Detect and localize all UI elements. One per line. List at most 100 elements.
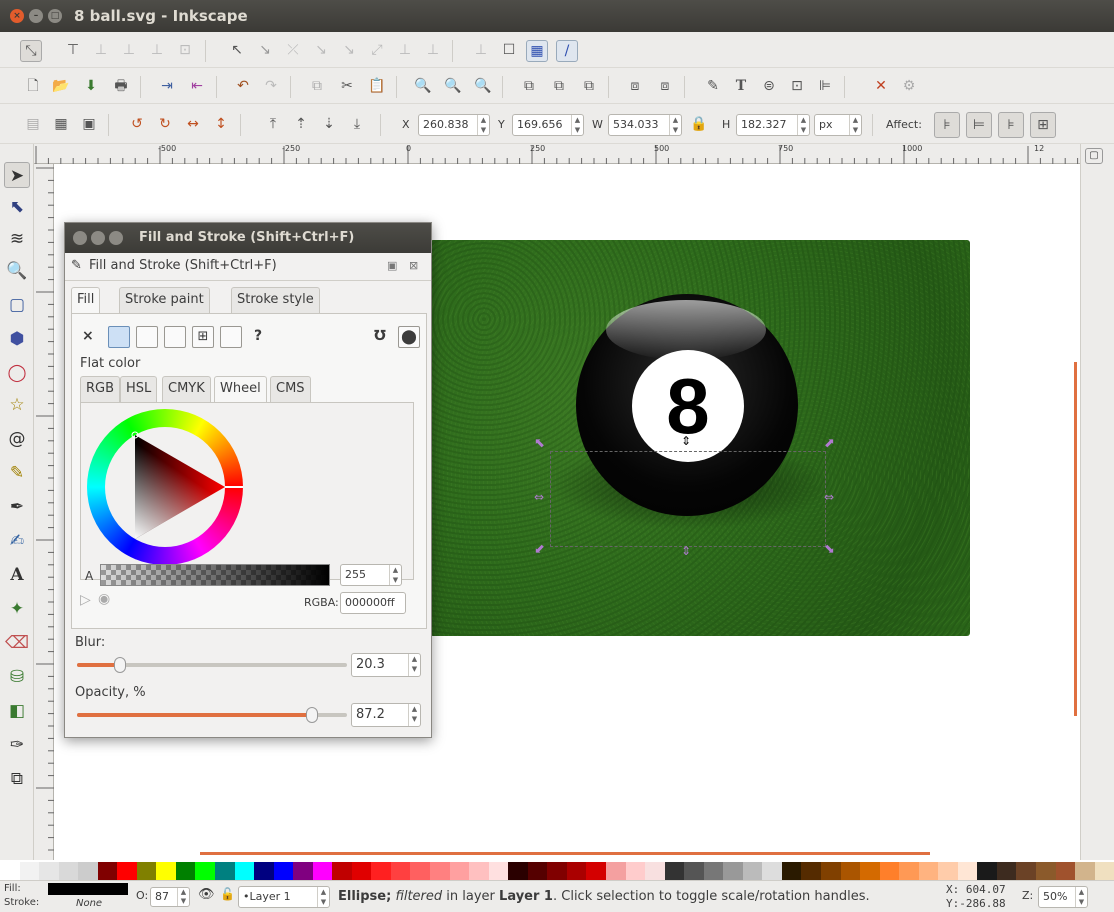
palette-swatch[interactable] [645,862,665,880]
close-window-button[interactable]: × [10,9,24,23]
alpha-field[interactable]: 255 ▲ ▼ [340,564,402,586]
snap-page-icon[interactable]: ☐ [498,40,520,60]
text-font-dialog-icon[interactable]: T [730,76,752,96]
palette-swatch[interactable] [1055,862,1076,880]
palette-swatch[interactable] [332,862,352,880]
palette-swatch[interactable] [703,862,724,880]
clone-icon[interactable]: ⧉ [548,76,570,96]
scale-handle-sw-icon[interactable]: ⬋ [534,542,545,557]
blur-field[interactable]: 20.3 ▲ ▼ [351,653,421,677]
rgba-field[interactable]: 000000ff [340,592,406,614]
palette-swatch[interactable] [781,862,802,880]
palette-swatch[interactable] [977,862,997,880]
scale-handle-se-icon[interactable]: ⬊ [824,542,835,557]
palette-swatch[interactable] [273,862,294,880]
snap-midpoint-icon[interactable]: ⊥ [146,40,168,60]
h-field[interactable]: 182.327 ▲ ▼ [736,114,810,136]
horizontal-ruler[interactable]: -500 -250 0 250 500 750 1000 12 [34,144,1080,164]
palette-swatch[interactable] [215,862,235,880]
flat-color-button[interactable] [108,326,130,348]
palette-swatch[interactable] [801,862,821,880]
redo-icon[interactable]: ↷ [260,76,282,96]
tab-stroke-style[interactable]: Stroke style [231,287,320,313]
palette-swatch[interactable] [996,862,1017,880]
duplicate-icon[interactable]: ⧉ [518,76,540,96]
snap-edge-icon[interactable]: ⊥ [90,40,112,60]
palette-swatch[interactable] [762,862,782,880]
flip-vertical-icon[interactable]: ↕ [210,114,232,134]
palette-swatch[interactable] [97,862,118,880]
palette-swatch[interactable] [1035,862,1056,880]
layer-visibility-icon[interactable]: 👁 [198,887,215,902]
fill-color-swatch[interactable] [48,883,128,895]
radial-gradient-button[interactable] [164,326,186,348]
palette-swatch[interactable] [1075,862,1095,880]
snap-rotation-center-icon[interactable]: ⊥ [422,40,444,60]
palette-swatch[interactable] [625,862,646,880]
tab-wheel[interactable]: Wheel [214,376,267,402]
save-icon[interactable]: ⬇ [80,76,102,96]
palette-swatch[interactable] [195,862,216,880]
dialog-maximize-button[interactable] [109,231,123,245]
tab-rgb[interactable]: RGB [80,376,121,402]
palette-swatch[interactable] [254,862,274,880]
palette-swatch[interactable] [19,862,40,880]
xml-editor-icon[interactable]: ⊜ [758,76,780,96]
preferences-icon[interactable]: ✕ [870,76,892,96]
palette-swatch[interactable] [547,862,567,880]
print-icon[interactable]: 🖶 [110,76,132,96]
ungroup-icon[interactable]: ⧈ [654,76,676,96]
palette-swatch[interactable] [879,862,900,880]
maximize-window-button[interactable]: □ [48,9,62,23]
palette-swatch[interactable] [957,862,978,880]
new-document-icon[interactable]: 🗋 [22,76,44,96]
scale-handle-w-icon[interactable]: ⇔ [534,490,544,504]
vertical-ruler[interactable] [34,164,54,860]
palette-swatch[interactable] [78,862,98,880]
minimize-window-button[interactable]: – [29,9,43,23]
fill-rule-nonzero-icon[interactable]: ⬤ [398,326,420,348]
palette-swatch[interactable] [390,862,411,880]
dropper-tool-icon[interactable]: ✑ [4,732,30,758]
tab-cms[interactable]: CMS [270,376,311,402]
panel-iconify-icon[interactable]: ▣ [387,259,397,272]
layer-lock-icon[interactable]: 🔓 [220,887,235,901]
snap-center-icon[interactable]: ⊡ [174,40,196,60]
selector-tool-icon[interactable]: ➤ [4,162,30,188]
spiral-tool-icon[interactable]: @ [4,426,30,452]
palette-swatch[interactable] [918,862,939,880]
snap-guide-icon[interactable]: / [556,40,578,62]
palette-swatch[interactable] [508,862,528,880]
raise-icon[interactable]: ⇡ [290,114,312,134]
palette-swatch[interactable] [684,862,704,880]
alpha-slider[interactable] [100,564,330,586]
stroke-color-swatch[interactable]: None [76,898,102,909]
scale-handle-nw-icon[interactable]: ⬉ [534,436,545,451]
flip-horizontal-icon[interactable]: ↔ [182,114,204,134]
palette-swatch[interactable] [293,862,313,880]
rectangle-tool-icon[interactable]: ▢ [4,292,30,318]
rotate-cw-icon[interactable]: ↻ [154,114,176,134]
spray-tool-icon[interactable]: ✦ [4,596,30,622]
ellipse-tool-icon[interactable]: ◯ [4,360,30,386]
affect-gradients-icon[interactable]: ⊧ [998,112,1024,138]
zoom-drawing-icon[interactable]: 🔍 [442,76,464,96]
group-icon[interactable]: ⧈ [624,76,646,96]
palette-swatch[interactable] [449,862,470,880]
scale-handle-e-icon[interactable]: ⇔ [824,490,834,504]
y-field[interactable]: 169.656 ▲ ▼ [512,114,584,136]
palette-swatch[interactable] [0,862,20,880]
palette-swatch[interactable] [117,862,137,880]
cut-icon[interactable]: ✂ [336,76,358,96]
palette-swatch[interactable] [820,862,841,880]
pattern-button[interactable]: ⊞ [192,326,214,348]
palette-swatch[interactable] [430,862,450,880]
units-select[interactable]: px ▲ ▼ [814,114,862,136]
scale-handle-s-icon[interactable]: ⇕ [681,544,691,558]
palette-swatch[interactable] [840,862,861,880]
palette-swatch[interactable] [664,862,685,880]
palette-swatch[interactable] [586,862,606,880]
eraser-tool-icon[interactable]: ⌫ [4,630,30,656]
paste-icon[interactable]: 📋 [366,76,388,96]
snap-text-baseline-icon[interactable]: ⊥ [470,40,492,60]
